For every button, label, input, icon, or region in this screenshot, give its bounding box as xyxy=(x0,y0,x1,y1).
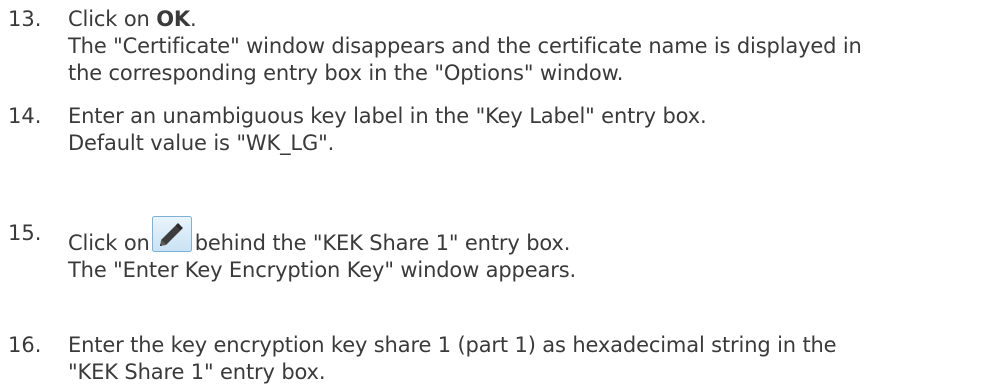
step-instruction: Enter the key encryption key share 1 (pa… xyxy=(68,333,837,357)
instruction-suffix: . xyxy=(190,7,197,31)
instruction-prefix: Click on xyxy=(68,7,157,31)
step-detail: The "Certificate" window disappears and … xyxy=(68,34,862,58)
step-detail: The "Enter Key Encryption Key" window ap… xyxy=(68,258,577,282)
step-number: 13. xyxy=(8,7,42,31)
step-body: Click on behind the "KEK Share 1" entry … xyxy=(68,216,982,284)
step-body: Click on OK. The "Certificate" window di… xyxy=(68,6,982,87)
step-number: 14. xyxy=(8,104,42,128)
step-body: Enter the key encryption key share 1 (pa… xyxy=(68,332,982,386)
step-instruction: Click on OK. xyxy=(68,6,982,33)
step-instruction: Click on behind the "KEK Share 1" entry … xyxy=(68,216,982,257)
step-detail: "KEK Share 1" entry box. xyxy=(68,360,326,384)
instruction-suffix: behind the "KEK Share 1" entry box. xyxy=(194,231,571,255)
step-detail: the corresponding entry box in the "Opti… xyxy=(68,61,624,85)
step-number: 16. xyxy=(8,333,42,357)
step-detail: Default value is "WK_LG". xyxy=(68,131,335,155)
step-body: Enter an unambiguous key label in the "K… xyxy=(68,103,982,157)
pencil-edit-icon xyxy=(151,216,192,252)
step-instruction: Enter an unambiguous key label in the "K… xyxy=(68,104,707,128)
instruction-prefix: Click on xyxy=(68,231,150,255)
step-number: 15. xyxy=(8,221,42,245)
ok-label: OK xyxy=(156,7,191,31)
